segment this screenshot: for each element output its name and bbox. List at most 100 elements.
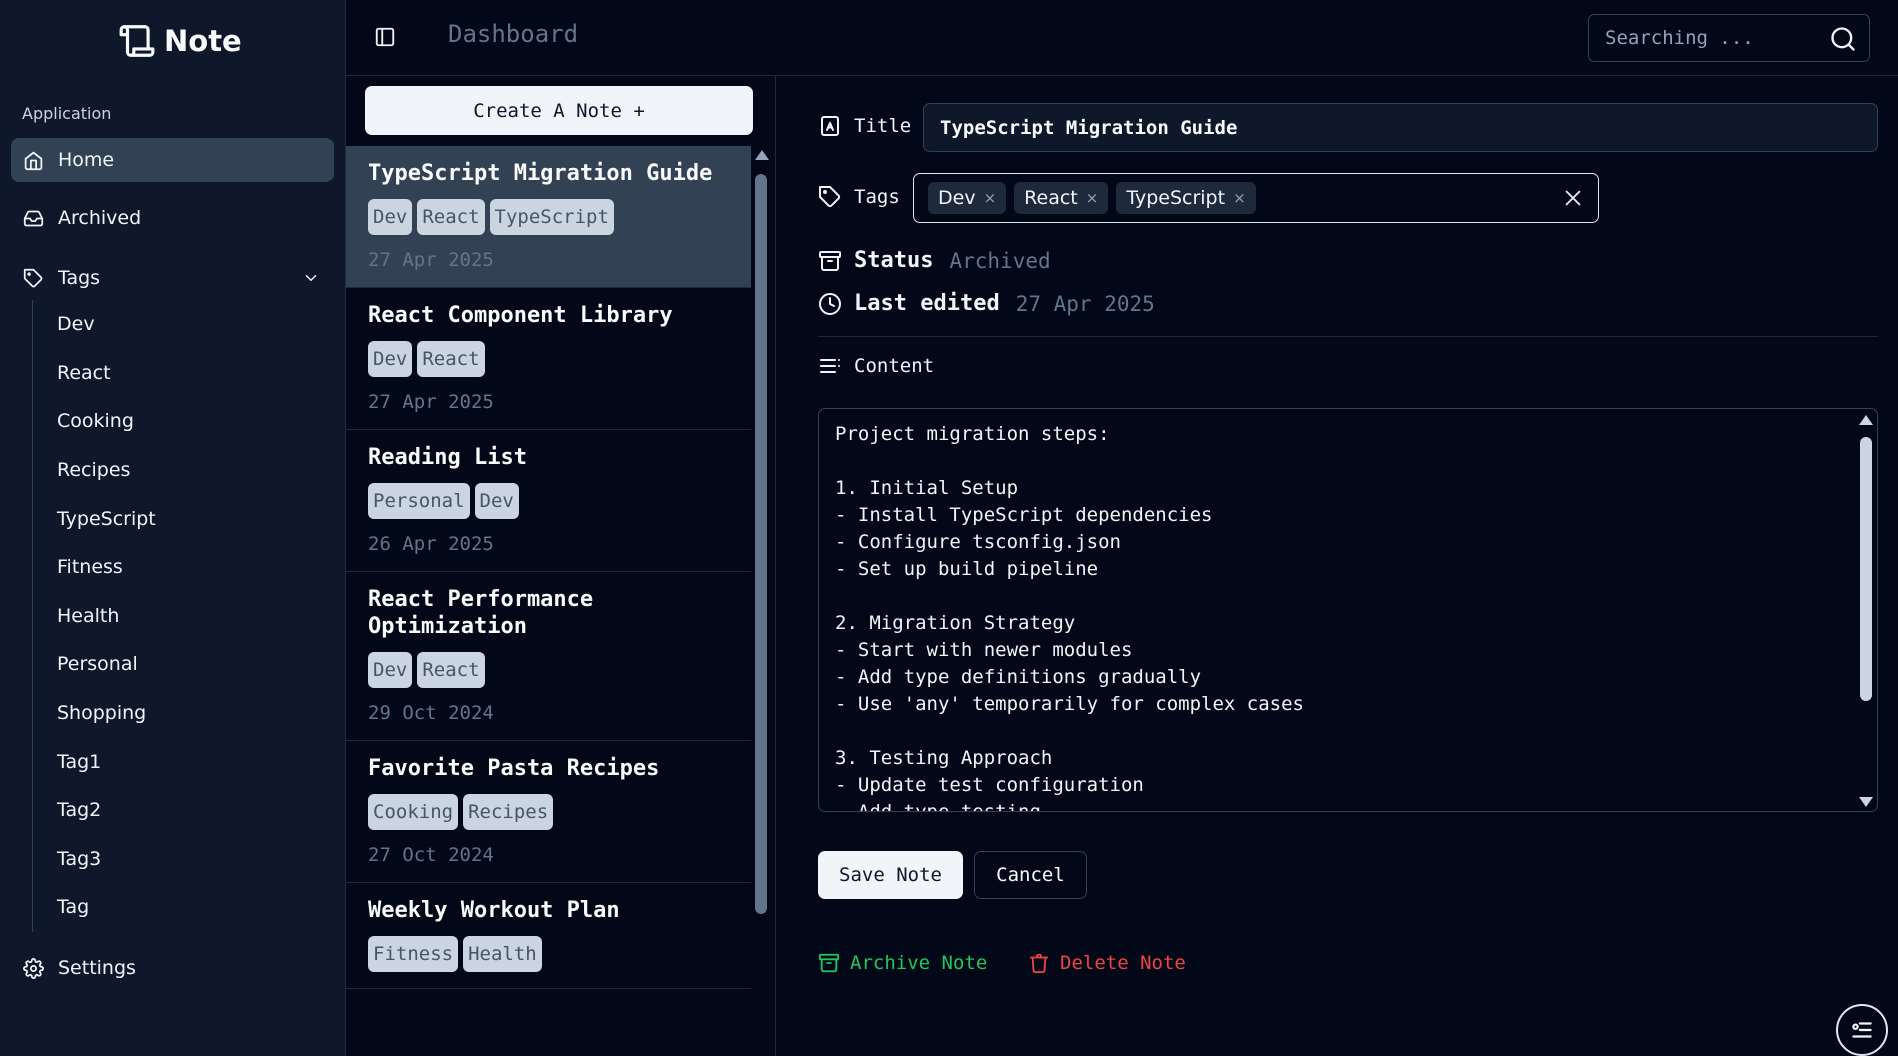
note-title: Reading List: [368, 445, 527, 470]
trash-icon: [1029, 953, 1049, 974]
sidebar: Note Application Home Archived Tags Dev …: [0, 0, 346, 1056]
selected-tag-label: React: [1024, 187, 1078, 209]
sidebar-item-label: Settings: [58, 957, 136, 979]
sidebar-tag-item[interactable]: Fitness: [33, 543, 322, 592]
tag-chip: Dev: [368, 652, 413, 688]
tags-input[interactable]: Dev × React × TypeScript ×: [913, 173, 1599, 223]
notes-scrollbar[interactable]: [752, 146, 770, 1056]
note-tags: Dev React: [368, 652, 729, 688]
note-date: 26 Apr 2025: [368, 533, 494, 555]
home-icon: [24, 151, 43, 170]
note-tags: Fitness Health: [368, 936, 729, 972]
sidebar-tag-item[interactable]: Personal: [33, 640, 322, 689]
title-input[interactable]: [923, 103, 1878, 152]
sidebar-item-archived[interactable]: Archived: [11, 196, 334, 240]
title-field-label: Title: [818, 114, 911, 138]
note-tags: Personal Dev: [368, 483, 729, 519]
note-list-item[interactable]: TypeScript Migration Guide Dev React Typ…: [346, 146, 751, 288]
note-title: Weekly Workout Plan: [368, 898, 620, 923]
note-tags: Dev React: [368, 341, 729, 377]
sidebar-item-settings[interactable]: Settings: [11, 946, 334, 990]
sidebar-tag-item[interactable]: Recipes: [33, 446, 322, 495]
delete-note-button[interactable]: Delete Note: [1028, 952, 1186, 974]
tag-chip: TypeScript: [489, 199, 614, 235]
tag-chip: React: [417, 199, 485, 235]
app-name: Note: [164, 24, 242, 58]
delete-note-label: Delete Note: [1060, 952, 1186, 974]
floating-action-button[interactable]: [1836, 1004, 1888, 1056]
remove-tag-icon[interactable]: ×: [1233, 189, 1246, 207]
last-edited-row: Last edited 27 Apr 2025: [818, 291, 1155, 316]
note-editor: Title Tags Dev × React × TypeScript × Statu…: [776, 76, 1898, 1056]
tag-chip: React: [417, 341, 485, 377]
chevron-down-icon[interactable]: [302, 269, 320, 287]
save-note-button[interactable]: Save Note: [818, 851, 963, 899]
selected-tag-label: Dev: [938, 187, 976, 209]
note-date: 27 Apr 2025: [368, 391, 494, 413]
sidebar-item-label: Archived: [58, 207, 142, 229]
scroll-down-arrow[interactable]: [1859, 797, 1873, 807]
content-text[interactable]: Project migration steps: 1. Initial Setu…: [835, 421, 1835, 811]
sidebar-tag-item[interactable]: Health: [33, 592, 322, 641]
scroll-up-arrow[interactable]: [1859, 415, 1873, 425]
tag-chip: Recipes: [463, 794, 554, 830]
sidebar-item-home[interactable]: Home: [11, 138, 334, 182]
sidebar-tag-item[interactable]: Tag1: [33, 737, 322, 786]
cancel-button[interactable]: Cancel: [974, 851, 1087, 899]
sidebar-toggle-icon[interactable]: [374, 26, 396, 48]
selected-tag: React ×: [1014, 182, 1109, 214]
scrollbar-thumb[interactable]: [1860, 437, 1872, 701]
sidebar-tag-item[interactable]: Cooking: [33, 397, 322, 446]
status-label: Status: [854, 248, 934, 273]
content-scrollbar[interactable]: [1855, 409, 1877, 811]
archive-note-button[interactable]: Archive Note: [818, 952, 987, 974]
sidebar-item-label: Home: [58, 149, 115, 171]
tag-chip: Fitness: [368, 936, 459, 972]
note-list-item[interactable]: Weekly Workout Plan Fitness Health: [346, 883, 751, 989]
scrollbar-thumb[interactable]: [755, 174, 767, 914]
sidebar-item-tags[interactable]: Tags: [11, 256, 334, 300]
tag-chip: Dev: [474, 483, 519, 519]
search-icon[interactable]: [1829, 25, 1857, 53]
notes-list-pane: Create A Note + TypeScript Migration Gui…: [346, 76, 776, 1056]
note-list-item[interactable]: React Component Library Dev React 27 Apr…: [346, 288, 751, 430]
content-field-label: Content: [818, 354, 934, 378]
note-list-item[interactable]: Favorite Pasta Recipes Cooking Recipes 2…: [346, 741, 751, 883]
status-row: Status Archived: [818, 248, 1051, 273]
note-list-item[interactable]: Reading List Personal Dev 26 Apr 2025: [346, 430, 751, 572]
note-list-item[interactable]: React Performance Optimization Dev React…: [346, 572, 751, 741]
tag-chip: React: [417, 652, 485, 688]
search-input[interactable]: [1605, 15, 1805, 61]
remove-tag-icon[interactable]: ×: [1086, 189, 1099, 207]
tag-chip: Dev: [368, 199, 413, 235]
sidebar-tag-item[interactable]: Tag3: [33, 835, 322, 884]
create-note-button[interactable]: Create A Note +: [365, 86, 753, 135]
sidebar-tag-item[interactable]: Tag: [33, 883, 322, 932]
archive-icon: [818, 953, 840, 973]
sidebar-tag-item[interactable]: React: [33, 349, 322, 398]
app-logo[interactable]: Note: [118, 22, 242, 60]
text-lines-icon: [820, 359, 840, 373]
sidebar-tag-list: Dev React Cooking Recipes TypeScript Fit…: [32, 300, 322, 932]
clear-tags-icon[interactable]: [1562, 187, 1584, 209]
last-edited-value: 27 Apr 2025: [1015, 291, 1155, 316]
tags-label: Tags: [854, 186, 900, 208]
archive-icon: [819, 250, 841, 271]
note-title: React Component Library: [368, 303, 673, 328]
selected-tag: Dev ×: [928, 182, 1007, 214]
tag-chip: Cooking: [368, 794, 459, 830]
sidebar-tag-item[interactable]: Shopping: [33, 689, 322, 738]
sidebar-tag-item[interactable]: Tag2: [33, 786, 322, 835]
tag-icon: [23, 268, 43, 287]
page-title: Dashboard: [448, 20, 579, 48]
document-icon: [821, 116, 839, 136]
content-textarea[interactable]: Project migration steps: 1. Initial Setu…: [818, 408, 1878, 812]
remove-tag-icon[interactable]: ×: [984, 189, 997, 207]
sidebar-group-label: Application: [22, 104, 112, 123]
sidebar-tag-item[interactable]: Dev: [33, 300, 322, 349]
scroll-up-arrow[interactable]: [755, 150, 769, 160]
sidebar-tag-item[interactable]: TypeScript: [33, 494, 322, 543]
search-box: [1588, 14, 1870, 62]
notes-list: TypeScript Migration Guide Dev React Typ…: [346, 146, 751, 989]
top-header: Dashboard: [346, 0, 1898, 76]
